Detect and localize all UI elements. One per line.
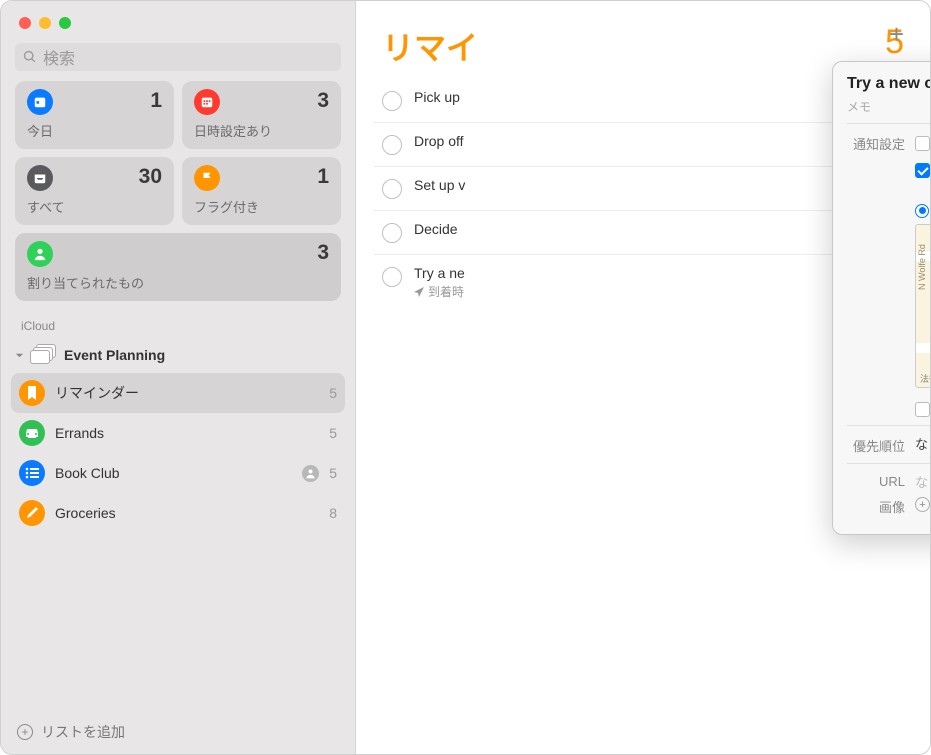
minimize-window-button[interactable] (39, 17, 51, 29)
close-window-button[interactable] (19, 17, 31, 29)
smart-all-label: すべて (27, 197, 162, 216)
add-list-button[interactable]: + リストを追加 (1, 710, 355, 754)
chevron-down-icon (15, 351, 24, 360)
reminder-subtitle: 到着時 (414, 283, 882, 300)
priority-value[interactable]: なし (915, 434, 930, 453)
list-count: 5 (329, 425, 337, 441)
search-icon (23, 50, 37, 64)
location-checkbox-row[interactable]: 指定場所 (915, 159, 930, 178)
sidebar-list-reminders[interactable]: リマインダー 5 (11, 373, 345, 413)
complete-toggle[interactable] (382, 267, 402, 287)
list-label: Groceries (55, 505, 116, 521)
account-label: iCloud (1, 301, 355, 337)
smart-flagged-count: 1 (317, 165, 329, 189)
url-label: URL (847, 472, 905, 489)
smart-flagged-label: フラグ付き (194, 197, 329, 216)
smart-today-count: 1 (150, 89, 162, 113)
location-map[interactable]: Vallco Pkwy N Wolfe Rd Stevens Creek Blv… (915, 224, 930, 388)
list-label: Book Club (55, 465, 120, 481)
location-arrow-icon (414, 287, 424, 297)
list-bullet-icon (19, 460, 45, 486)
complete-toggle[interactable] (382, 135, 402, 155)
smart-today[interactable]: 1 今日 (15, 81, 174, 149)
smart-today-label: 今日 (27, 121, 162, 140)
road-label: N Wolfe Rd (917, 244, 927, 290)
window-controls (1, 1, 355, 39)
sidebar: 検索 1 今日 3 日時設定あり (1, 1, 356, 754)
arriving-radio[interactable]: 到着時 (915, 199, 930, 218)
calendar-today-icon (27, 89, 53, 115)
plus-circle-icon: + (915, 497, 930, 512)
complete-toggle[interactable] (382, 223, 402, 243)
date-checkbox[interactable] (915, 136, 930, 151)
reminder-title: Try a ne (414, 265, 882, 281)
list-title: リマイ (382, 23, 478, 69)
smart-assigned-count: 3 (317, 241, 329, 265)
complete-toggle[interactable] (382, 91, 402, 111)
messaging-checkbox[interactable] (915, 402, 930, 417)
search-placeholder: 検索 (43, 45, 75, 69)
messaging-checkbox-row[interactable]: 特定の人にメッセージを送信時 (915, 398, 930, 417)
add-image-button[interactable]: + 画像を追加… (915, 495, 930, 514)
smart-scheduled-label: 日時設定あり (194, 121, 329, 140)
smart-all-count: 30 (139, 165, 162, 189)
bookmark-icon (19, 380, 45, 406)
list-count: 8 (329, 505, 337, 521)
location-checkbox[interactable] (915, 163, 930, 178)
car-icon (19, 420, 45, 446)
sidebar-list-groceries[interactable]: Groceries 8 (1, 493, 355, 533)
popover-title[interactable]: Try a new coffee (847, 75, 930, 93)
sidebar-list-bookclub[interactable]: Book Club 5 (1, 453, 355, 493)
notify-section-label: 通知設定 (847, 132, 905, 153)
date-checkbox-row[interactable]: 指定日 (915, 132, 930, 151)
add-list-label: リストを追加 (41, 722, 125, 742)
smart-assigned[interactable]: 3 割り当てられたもの (15, 233, 341, 301)
flag-icon (194, 165, 220, 191)
main-pane: + リマイ 5 Pick up Drop off Set up v Decide (356, 1, 930, 754)
smart-scheduled-count: 3 (317, 89, 329, 113)
smart-scheduled[interactable]: 3 日時設定あり (182, 81, 341, 149)
smart-flagged[interactable]: 1 フラグ付き (182, 157, 341, 225)
tray-icon (27, 165, 53, 191)
image-label: 画像 (847, 495, 905, 516)
smart-lists-grid: 1 今日 3 日時設定あり 30 (1, 81, 355, 301)
folder-event-planning[interactable]: Event Planning (1, 337, 355, 373)
search-input[interactable]: 検索 (15, 43, 341, 71)
calendar-scheduled-icon (194, 89, 220, 115)
list-count: 5 (329, 465, 337, 481)
plus-circle-icon: + (17, 724, 33, 740)
sidebar-list-errands[interactable]: Errands 5 (1, 413, 355, 453)
memo-field[interactable]: メモ (847, 98, 930, 115)
app-window: 検索 1 今日 3 日時設定あり (0, 0, 931, 755)
reminder-details-popover: Try a new coffee メモ 通知設定 指定日 指定場所 Philz … (832, 61, 930, 535)
priority-label: 優先順位 (847, 434, 905, 455)
add-reminder-button[interactable]: + (889, 19, 904, 50)
list-count: 5 (329, 385, 337, 401)
folder-stack-icon (30, 344, 58, 366)
url-field[interactable]: なし (915, 472, 930, 491)
smart-assigned-label: 割り当てられたもの (27, 273, 329, 292)
pencil-icon (19, 500, 45, 526)
fullscreen-window-button[interactable] (59, 17, 71, 29)
folder-label: Event Planning (64, 347, 165, 363)
complete-toggle[interactable] (382, 179, 402, 199)
shared-icon (302, 465, 319, 482)
list-label: Errands (55, 425, 104, 441)
smart-all[interactable]: 30 すべて (15, 157, 174, 225)
person-icon (27, 241, 53, 267)
map-legal-link[interactable]: 法律に基づく情報 (920, 372, 930, 385)
list-label: リマインダー (55, 383, 139, 403)
